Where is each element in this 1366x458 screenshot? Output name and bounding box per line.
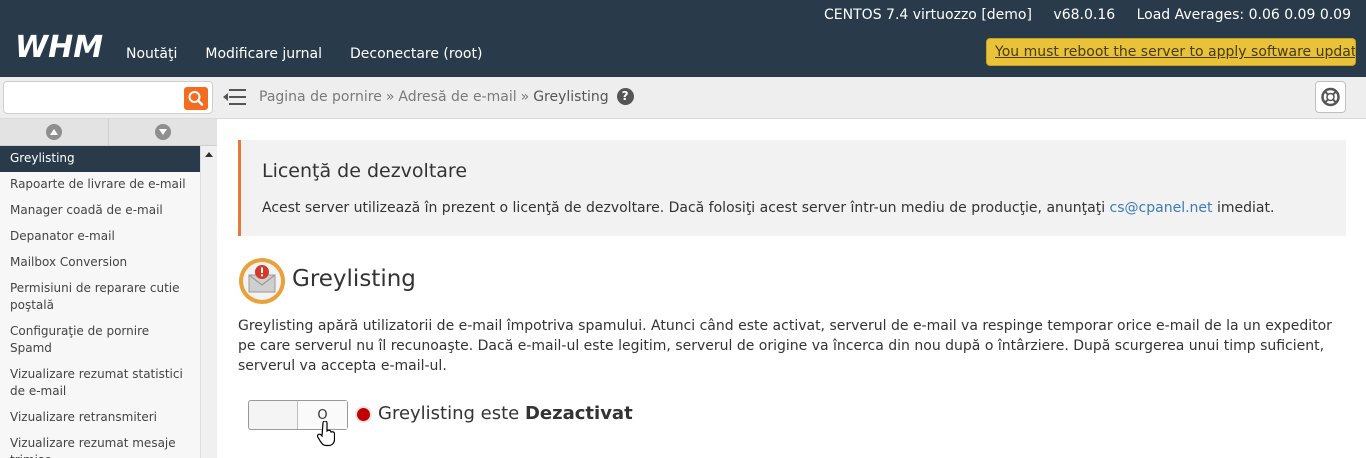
- search-box: [3, 81, 213, 114]
- sidebar-item-spamd-config[interactable]: Configuraţie de pornire Spamd: [0, 319, 200, 362]
- license-text-before: Acest server utilizează în prezent o lic…: [262, 200, 1110, 216]
- scroll-down-button[interactable]: [109, 119, 217, 145]
- breadcrumb-email-link[interactable]: Adresă de e-mail: [398, 89, 516, 105]
- license-text-after: imediat.: [1212, 200, 1275, 216]
- nav-news-link[interactable]: Noutăţi: [126, 46, 177, 62]
- status-indicator-dot: [357, 408, 370, 421]
- sidebar-item-queue-manager[interactable]: Manager coadă de e-mail: [0, 198, 200, 224]
- top-nav: Noutăţi Modificare jurnal Deconectare (r…: [126, 46, 510, 62]
- top-bar: CENTOS 7.4 virtuozzo [demo] v68.0.16 Loa…: [0, 0, 1366, 77]
- support-button[interactable]: [1315, 81, 1346, 113]
- sidebar-item-greylisting[interactable]: Greylisting: [0, 146, 200, 172]
- status-value: Dezactivat: [524, 403, 633, 424]
- license-email-link[interactable]: cs@cpanel.net: [1110, 200, 1213, 216]
- load-averages: Load Averages: 0.06 0.09 0.09: [1136, 7, 1351, 23]
- status-text: Greylisting este Dezactivat: [378, 403, 633, 424]
- hand-pointer-icon: [317, 421, 335, 447]
- help-icon[interactable]: ?: [616, 88, 634, 105]
- sidebar-item-troubleshooter[interactable]: Depanator e-mail: [0, 224, 200, 250]
- chevron-down-icon: [155, 124, 171, 140]
- sidebar-scrollbar[interactable]: [200, 146, 217, 458]
- os-info: CENTOS 7.4 virtuozzo [demo]: [824, 7, 1032, 23]
- scroll-up-button[interactable]: [0, 119, 109, 145]
- lifebuoy-icon: [1321, 87, 1340, 107]
- version-info: v68.0.16: [1053, 7, 1116, 23]
- nav-changelog-link[interactable]: Modificare jurnal: [205, 46, 322, 62]
- breadcrumb-current: Greylisting: [533, 88, 609, 105]
- secondary-bar: Pagina de pornire » Adresă de e-mail » G…: [0, 77, 1366, 119]
- search-button[interactable]: [184, 87, 208, 110]
- main-content: Licenţă de dezvoltare Acest server utili…: [217, 119, 1366, 458]
- reboot-notice-link[interactable]: You must reboot the server to apply soft…: [986, 38, 1356, 66]
- sidebar-item-sent-summary[interactable]: Vizualizare rezumat mesaje trimise: [0, 431, 200, 458]
- search-icon: [188, 91, 204, 106]
- breadcrumb-home-link[interactable]: Pagina de pornire: [259, 89, 382, 105]
- sidebar-item-mailbox-permissions[interactable]: Permisiuni de reparare cutie poştală: [0, 276, 200, 319]
- page-title: Greylisting: [292, 266, 416, 292]
- logo-text: WHM: [15, 30, 103, 62]
- breadcrumb-separator: »: [520, 88, 530, 105]
- sidebar-scroll-controls: [0, 119, 217, 146]
- license-notice: Licenţă de dezvoltare Acest server utili…: [238, 140, 1346, 236]
- system-info: CENTOS 7.4 virtuozzo [demo] v68.0.16 Loa…: [807, 7, 1351, 23]
- license-text: Acest server utilizează în prezent o lic…: [262, 200, 1274, 216]
- license-title: Licenţă de dezvoltare: [262, 160, 468, 182]
- search-input[interactable]: [8, 85, 178, 110]
- greylisting-envelope-icon: [239, 258, 285, 304]
- chevron-up-icon: [46, 124, 62, 140]
- scrollbar-up-arrow-icon[interactable]: [205, 152, 213, 157]
- sidebar-item-delivery-reports[interactable]: Rapoarte de livrare de e-mail: [0, 172, 200, 198]
- whm-logo[interactable]: WHM: [15, 30, 117, 62]
- breadcrumb-separator: »: [385, 88, 395, 105]
- status-prefix: Greylisting este: [378, 403, 525, 424]
- sidebar-item-mailbox-conversion[interactable]: Mailbox Conversion: [0, 250, 200, 276]
- sidebar: Greylisting Rapoarte de livrare de e-mai…: [0, 119, 217, 458]
- breadcrumb: Pagina de pornire » Adresă de e-mail » G…: [259, 88, 634, 105]
- page-description: Greylisting apără utilizatorii de e-mail…: [238, 318, 1332, 374]
- menu-collapse-icon[interactable]: [223, 87, 247, 107]
- nav-logout-link[interactable]: Deconectare (root): [350, 46, 482, 62]
- sidebar-item-relayers[interactable]: Vizualizare retransmiteri: [0, 405, 200, 431]
- toggle-track: [249, 401, 298, 429]
- sidebar-item-mail-stats[interactable]: Vizualizare rezumat statistici de e-mail: [0, 362, 200, 405]
- sidebar-list: Greylisting Rapoarte de livrare de e-mai…: [0, 146, 200, 458]
